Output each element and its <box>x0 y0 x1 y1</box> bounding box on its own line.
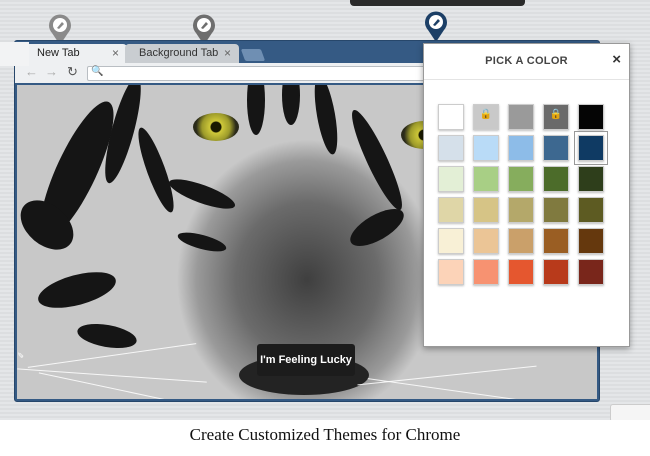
color-swatch[interactable] <box>543 228 569 254</box>
color-swatch[interactable] <box>574 131 608 165</box>
search-icon: 🔍 <box>91 66 104 77</box>
tab-new-tab[interactable]: New Tab × <box>23 44 127 63</box>
color-swatch[interactable] <box>508 166 534 192</box>
color-swatch[interactable] <box>543 259 569 285</box>
color-swatch[interactable] <box>473 259 499 285</box>
color-swatch[interactable] <box>438 259 464 285</box>
close-icon[interactable]: × <box>612 51 621 68</box>
lock-icon: 🔒 <box>479 109 493 120</box>
lock-icon: 🔒 <box>549 109 563 120</box>
tab-close-icon[interactable]: × <box>112 44 119 63</box>
color-swatch[interactable] <box>508 228 534 254</box>
color-swatch[interactable] <box>578 259 604 285</box>
color-swatch[interactable] <box>473 135 499 161</box>
color-swatch[interactable] <box>508 259 534 285</box>
screenshot-stage: New Tab × Background Tab × ← → ↻ 🔍 I'm F… <box>0 0 650 420</box>
tiger-eye <box>193 113 239 141</box>
color-swatch[interactable] <box>438 228 464 254</box>
forward-arrow-icon[interactable]: → <box>45 64 58 79</box>
color-swatch[interactable]: 🔒 <box>473 104 499 130</box>
color-swatch[interactable] <box>578 166 604 192</box>
feeling-lucky-button[interactable]: I'm Feeling Lucky <box>257 344 355 376</box>
panel-header: PICK A COLOR × <box>424 44 629 80</box>
color-swatch[interactable]: 🔒 <box>543 104 569 130</box>
color-swatch[interactable] <box>508 197 534 223</box>
tab-close-icon[interactable]: × <box>224 44 231 63</box>
color-swatch[interactable] <box>473 197 499 223</box>
back-arrow-icon[interactable]: ← <box>25 64 38 79</box>
color-swatch[interactable] <box>543 166 569 192</box>
tab-label: Background Tab <box>139 47 219 59</box>
color-swatch[interactable] <box>508 135 534 161</box>
panel-title: PICK A COLOR <box>485 55 568 67</box>
color-swatch[interactable] <box>473 166 499 192</box>
omnibox-input[interactable]: 🔍 <box>87 66 429 81</box>
caption: Create Customized Themes for Chrome <box>189 425 461 444</box>
color-swatch[interactable] <box>578 104 604 130</box>
active-theme-pin-icon[interactable] <box>423 9 449 43</box>
color-swatch[interactable] <box>473 228 499 254</box>
reload-icon[interactable]: ↻ <box>67 64 78 80</box>
color-swatch[interactable] <box>578 228 604 254</box>
color-swatch[interactable] <box>438 197 464 223</box>
color-swatch[interactable] <box>508 104 534 130</box>
top-dark-bar <box>350 0 525 6</box>
new-tab-button[interactable] <box>240 49 266 61</box>
color-swatch[interactable] <box>438 135 464 161</box>
corner-tag <box>610 404 650 420</box>
color-picker-panel: PICK A COLOR × 🔒 🔒 <box>423 43 630 347</box>
color-swatch[interactable] <box>543 197 569 223</box>
side-panel-stub <box>0 42 29 66</box>
color-swatch[interactable] <box>438 104 464 130</box>
color-swatch[interactable] <box>438 166 464 192</box>
watermark-signature: ✎ <box>16 350 25 359</box>
color-swatch[interactable] <box>578 197 604 223</box>
color-swatch[interactable] <box>543 135 569 161</box>
tab-label: New Tab <box>37 47 80 59</box>
tab-background-tab[interactable]: Background Tab × <box>125 44 239 63</box>
